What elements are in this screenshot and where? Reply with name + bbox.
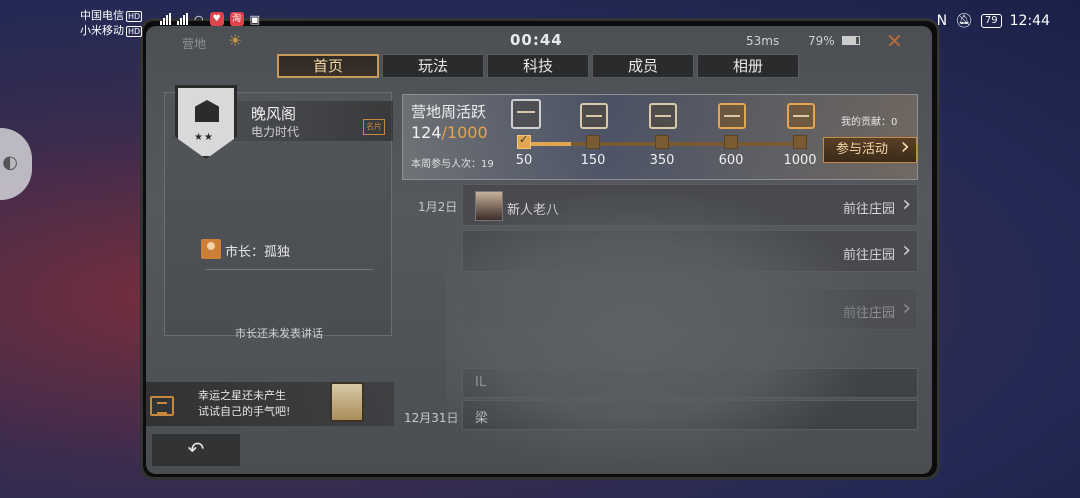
tab-bar: 首页 玩法 科技 成员 相册	[277, 54, 799, 78]
battery-indicator: 79	[980, 14, 1002, 28]
feed-text: IL	[475, 375, 487, 390]
lucky-star-text: 幸运之星还未产生 试试自己的手气吧!	[198, 388, 290, 420]
guild-name: 晚风阁	[251, 105, 297, 123]
tab-album[interactable]: 相册	[697, 54, 799, 78]
shop-notification-icon: 淘	[229, 12, 244, 26]
clock: 12:44	[1009, 13, 1050, 29]
feed-item: 新人老八 前往庄园	[462, 184, 918, 226]
chest-icon-50[interactable]	[511, 99, 541, 129]
floating-assistant-handle[interactable]: ◐	[0, 128, 32, 200]
divider	[205, 269, 373, 270]
visit-manor-link[interactable]: 前往庄园	[843, 238, 911, 263]
feed-text: 梁	[475, 411, 489, 426]
member-avatar	[475, 191, 503, 221]
carrier-info: 中国电信 HD 小米移动 HD	[80, 8, 143, 38]
guild-info-card: ★★ 晚风阁 电力时代 名片 市长：孤独 市长还未发表讲话	[164, 85, 393, 340]
chest-icon-600[interactable]	[718, 103, 746, 129]
nfc-icon: N	[936, 13, 948, 29]
hd-badge: HD	[126, 11, 143, 22]
milestone-1000	[793, 135, 807, 149]
feed-item: 梁	[462, 400, 918, 430]
treasure-chest-icon	[330, 382, 364, 422]
news-notification-icon: ▣	[249, 12, 261, 26]
carrier-2: 小米移动	[80, 24, 124, 37]
milestone-label-50: 50	[515, 153, 533, 168]
status-icons: ◠ ♥ 淘 ▣	[160, 12, 260, 26]
tab-gameplay[interactable]: 玩法	[382, 54, 484, 78]
mayor-name: 市长：孤独	[225, 245, 291, 260]
app-notification-icon: ♥	[209, 12, 224, 26]
building-icon	[195, 100, 219, 122]
chest-icon-150[interactable]	[580, 103, 608, 129]
weekly-max: 1000	[446, 123, 488, 142]
lucky-star-line-1: 幸运之星还未产生	[198, 389, 286, 402]
milestone-label-600: 600	[718, 153, 744, 168]
business-card-icon[interactable]: 名片	[363, 119, 385, 135]
milestone-label-350: 350	[649, 153, 675, 168]
rank-stars-icon: ★★	[194, 132, 214, 143]
hd-badge-2: HD	[126, 26, 143, 37]
milestone-label-1000: 1000	[783, 153, 817, 168]
weekly-current: 124	[411, 123, 442, 142]
tab-members[interactable]: 成员	[592, 54, 694, 78]
feed-item: 前往庄园	[462, 230, 918, 272]
tab-home[interactable]: 首页	[277, 54, 379, 78]
assistant-icon: ◐	[2, 152, 18, 173]
mayor-avatar-icon	[201, 239, 221, 259]
back-button[interactable]: ↶	[152, 434, 240, 466]
status-right: N 🔕︎ 79 12:44	[937, 13, 1050, 29]
milestone-150	[586, 135, 600, 149]
lucky-star-banner[interactable]: 幸运之星还未产生 试试自己的手气吧!	[146, 382, 394, 426]
phone-status-bar: 中国电信 HD 小米移动 HD ◠ ♥ 淘 ▣ N 🔕︎ 79 12:44	[0, 0, 1080, 46]
lucky-star-line-2: 试试自己的手气吧!	[198, 405, 291, 418]
chest-icon-1000[interactable]	[787, 103, 815, 129]
feed-text: 新人老八	[507, 203, 560, 218]
mute-icon: 🔕︎	[955, 13, 973, 29]
mayor-speech: 市长还未发表讲话	[235, 327, 323, 340]
carrier-1: 中国电信	[80, 9, 124, 22]
signal-icon	[160, 13, 171, 25]
wifi-icon: ◠	[194, 12, 204, 26]
milestone-600	[724, 135, 738, 149]
feed-item: 前往庄园	[462, 288, 918, 330]
feed-date-1: 1月2日	[418, 200, 458, 214]
notebook-icon	[150, 396, 174, 416]
join-activity-button[interactable]: 参与活动	[823, 134, 917, 163]
visit-manor-link[interactable]: 前往庄园	[843, 192, 911, 217]
chest-icon-350[interactable]	[649, 103, 677, 129]
milestone-50	[517, 133, 531, 149]
milestone-350	[655, 135, 669, 149]
tab-tech[interactable]: 科技	[487, 54, 589, 78]
camp-panel: 营地 ☀ 00:44 53ms 79% ✕ 首页 玩法 科技 成员 相册 ★★ …	[146, 26, 932, 474]
guild-emblem: ★★	[175, 85, 237, 159]
guild-era: 电力时代	[251, 125, 300, 139]
my-contribution: 我的贡献：0	[841, 117, 898, 128]
milestone-label-150: 150	[580, 153, 606, 168]
feed-item: IL	[462, 368, 918, 398]
weekly-progress: 124/1000	[411, 123, 488, 142]
visit-manor-link[interactable]: 前往庄园	[843, 296, 911, 321]
weekly-activity-banner: 营地周活跃 124/1000 本周参与人次：19 50 150 350 600 …	[402, 94, 918, 180]
weekly-participants: 本周参与人次：19	[411, 159, 494, 170]
weekly-title: 营地周活跃	[411, 103, 487, 121]
signal-icon-2	[177, 13, 188, 25]
feed-date-2: 12月31日	[404, 411, 459, 425]
